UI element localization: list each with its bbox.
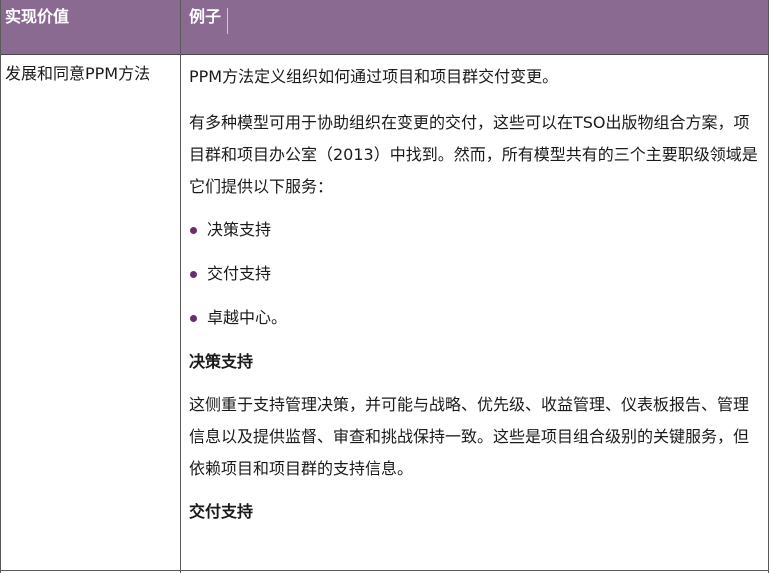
examples-cell: PPM方法定义组织如何通过项目和项目群交付变更。 有多种模型可用于协助组织在变更… — [189, 61, 761, 539]
table-header-row: 实现价值 例子 — [1, 0, 768, 55]
list-item-text: 决策支持 — [207, 220, 272, 239]
services-list: 决策支持 交付支持 卓越中心。 — [189, 214, 761, 334]
header-realized-value: 实现价值 — [5, 7, 70, 26]
paragraph-models: 有多种模型可用于协助组织在变更的交付，这些可以在TSO出版物组合方案，项目群和项… — [189, 113, 758, 196]
row-label: 发展和同意PPM方法 — [5, 64, 151, 83]
column-divider — [180, 0, 181, 573]
table-bottom-border — [1, 570, 768, 571]
heading-delivery-support: 交付支持 — [189, 502, 254, 521]
list-item: 交付支持 — [189, 258, 761, 290]
list-item-text: 交付支持 — [207, 264, 272, 283]
bullet-icon — [190, 227, 197, 234]
list-item: 决策支持 — [189, 214, 761, 246]
text-cursor — [227, 8, 228, 34]
value-examples-table: 实现价值 例子 发展和同意PPM方法 PPM方法定义组织如何通过项目和项目群交付… — [0, 0, 769, 573]
list-item: 卓越中心。 — [189, 302, 761, 334]
bullet-icon — [190, 271, 197, 278]
bullet-icon — [190, 315, 197, 322]
heading-decision-support: 决策支持 — [189, 352, 254, 371]
header-examples: 例子 — [189, 7, 222, 26]
paragraph-intro: PPM方法定义组织如何通过项目和项目群交付变更。 — [189, 67, 559, 86]
list-item-text: 卓越中心。 — [207, 308, 288, 327]
paragraph-decision-support: 这侧重于支持管理决策，并可能与战略、优先级、收益管理、仪表板报告、管理信息以及提… — [189, 395, 750, 478]
